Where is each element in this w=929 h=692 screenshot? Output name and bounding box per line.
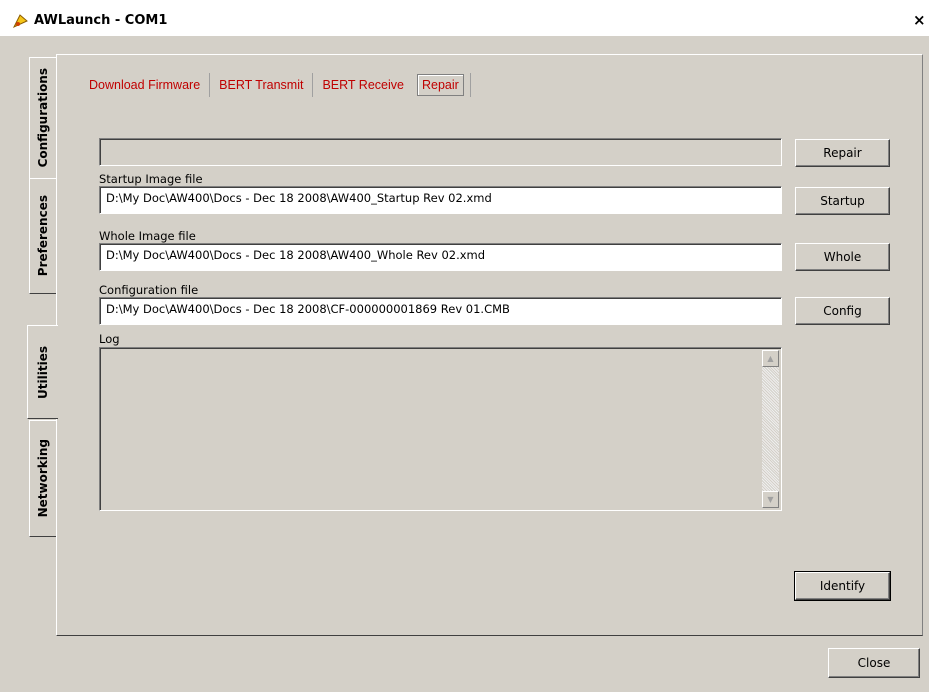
log-label: Log: [99, 332, 120, 346]
tab-networking[interactable]: Networking: [29, 420, 56, 537]
tab-configurations-label: Configurations: [36, 68, 50, 168]
tab-preferences-label: Preferences: [36, 195, 50, 277]
tab-bert-transmit[interactable]: BERT Transmit: [210, 73, 314, 97]
close-button[interactable]: Close: [828, 648, 920, 678]
tab-download-firmware[interactable]: Download Firmware: [80, 73, 211, 97]
log-scrollbar[interactable]: ▲ ▼: [762, 350, 779, 508]
tab-bert-receive[interactable]: BERT Receive: [313, 73, 413, 97]
identify-button[interactable]: Identify: [794, 571, 891, 601]
tab-networking-label: Networking: [36, 439, 50, 518]
scroll-down-icon[interactable]: ▼: [762, 491, 779, 508]
whole-file-value: D:\My Doc\AW400\Docs - Dec 18 2008\AW400…: [106, 248, 486, 262]
startup-file-value: D:\My Doc\AW400\Docs - Dec 18 2008\AW400…: [106, 191, 492, 205]
whole-file-field[interactable]: D:\My Doc\AW400\Docs - Dec 18 2008\AW400…: [99, 243, 782, 271]
startup-label: Startup Image file: [99, 172, 203, 186]
whole-button[interactable]: Whole: [795, 243, 890, 271]
title-bar: AWLaunch - COM1 ×: [0, 0, 929, 36]
tab-divider: [469, 73, 471, 97]
repair-button[interactable]: Repair: [795, 139, 890, 167]
startup-file-field[interactable]: D:\My Doc\AW400\Docs - Dec 18 2008\AW400…: [99, 186, 782, 214]
close-window-icon[interactable]: ×: [913, 11, 926, 29]
scroll-up-icon[interactable]: ▲: [762, 350, 779, 367]
config-label: Configuration file: [99, 283, 199, 297]
config-file-value: D:\My Doc\AW400\Docs - Dec 18 2008\CF-00…: [106, 302, 510, 316]
log-textarea[interactable]: ▲ ▼: [99, 347, 782, 511]
whole-label: Whole Image file: [99, 229, 196, 243]
repair-progress-bar: [99, 138, 782, 166]
config-button[interactable]: Config: [795, 297, 890, 325]
tab-utilities-label: Utilities: [36, 345, 50, 399]
startup-button[interactable]: Startup: [795, 187, 890, 215]
tab-repair[interactable]: Repair: [416, 74, 464, 96]
tab-preferences[interactable]: Preferences: [29, 178, 56, 294]
tab-utilities[interactable]: Utilities: [27, 325, 58, 419]
tab-configurations[interactable]: Configurations: [29, 57, 56, 179]
config-file-field[interactable]: D:\My Doc\AW400\Docs - Dec 18 2008\CF-00…: [99, 297, 782, 325]
utility-tabs: Download Firmware BERT Transmit BERT Rec…: [80, 70, 471, 100]
app-launch-icon: [12, 14, 28, 29]
window-title: AWLaunch - COM1: [34, 13, 168, 28]
